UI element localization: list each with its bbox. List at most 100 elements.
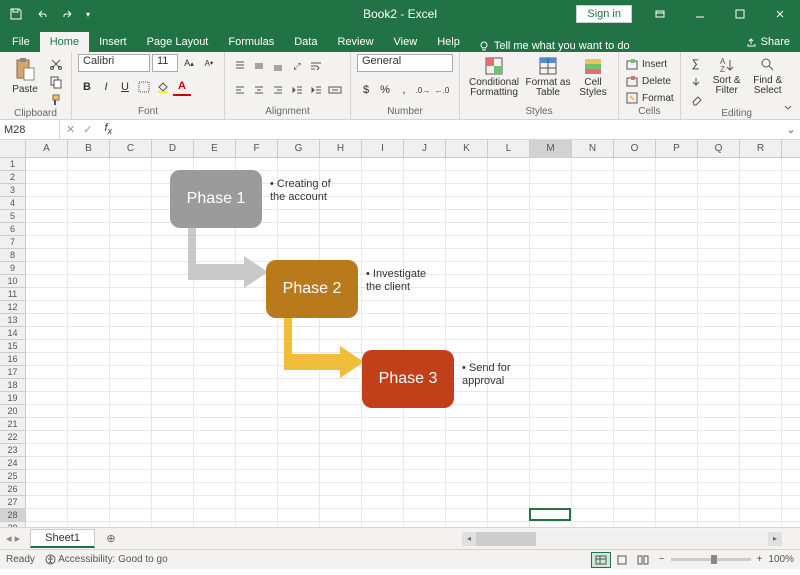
fill-button[interactable]: [687, 74, 705, 90]
scroll-right-button[interactable]: ▸: [768, 532, 782, 546]
row-header-12[interactable]: 12: [0, 301, 26, 314]
tab-formulas[interactable]: Formulas: [218, 32, 284, 52]
align-left-button[interactable]: [231, 81, 249, 99]
zoom-out-button[interactable]: −: [659, 554, 665, 565]
italic-button[interactable]: I: [97, 78, 115, 96]
sort-filter-button[interactable]: AZ Sort & Filter: [708, 54, 746, 96]
align-bottom-button[interactable]: [269, 57, 287, 75]
copy-button[interactable]: [47, 74, 65, 90]
bold-button[interactable]: B: [78, 78, 96, 96]
find-select-button[interactable]: Find & Select: [749, 54, 787, 96]
scroll-track[interactable]: [476, 532, 768, 546]
row-header-17[interactable]: 17: [0, 366, 26, 379]
font-name-select[interactable]: Calibri: [78, 54, 150, 72]
col-header-C[interactable]: C: [110, 140, 152, 157]
increase-indent-button[interactable]: [307, 81, 325, 99]
merge-button[interactable]: [326, 81, 344, 99]
autosum-button[interactable]: ∑: [687, 56, 705, 72]
underline-button[interactable]: U: [116, 78, 134, 96]
row-header-6[interactable]: 6: [0, 223, 26, 236]
expand-formula-bar-button[interactable]: ⌄: [782, 123, 800, 136]
row-header-4[interactable]: 4: [0, 197, 26, 210]
maximize-button[interactable]: [720, 0, 760, 28]
normal-view-button[interactable]: [591, 552, 611, 568]
page-break-view-button[interactable]: [633, 552, 653, 568]
share-button[interactable]: Share: [736, 32, 800, 52]
tab-review[interactable]: Review: [327, 32, 383, 52]
col-header-P[interactable]: P: [656, 140, 698, 157]
scroll-left-button[interactable]: ◂: [462, 532, 476, 546]
cut-button[interactable]: [47, 56, 65, 72]
save-button[interactable]: [4, 2, 28, 26]
zoom-thumb[interactable]: [711, 555, 717, 564]
col-header-I[interactable]: I: [362, 140, 404, 157]
qat-customize[interactable]: ▾: [82, 2, 94, 26]
tab-data[interactable]: Data: [284, 32, 327, 52]
col-header-M[interactable]: M: [530, 140, 572, 157]
insert-cells-button[interactable]: Insert: [642, 59, 667, 70]
add-sheet-button[interactable]: ⊕: [101, 529, 121, 549]
format-painter-button[interactable]: [47, 92, 65, 108]
enter-formula-button[interactable]: ✓: [83, 123, 92, 136]
row-header-19[interactable]: 19: [0, 392, 26, 405]
row-header-7[interactable]: 7: [0, 236, 26, 249]
minimize-button[interactable]: [680, 0, 720, 28]
accounting-format-button[interactable]: $: [357, 81, 375, 99]
delete-cells-button[interactable]: Delete: [642, 76, 671, 87]
zoom-slider[interactable]: [671, 558, 751, 561]
row-header-16[interactable]: 16: [0, 353, 26, 366]
clear-button[interactable]: [687, 92, 705, 108]
comma-format-button[interactable]: ,: [395, 81, 413, 99]
row-header-3[interactable]: 3: [0, 184, 26, 197]
decrease-font-button[interactable]: A▾: [200, 54, 218, 72]
tab-page-layout[interactable]: Page Layout: [137, 32, 219, 52]
row-header-18[interactable]: 18: [0, 379, 26, 392]
decrease-decimal-button[interactable]: ←.0: [433, 81, 451, 99]
wrap-text-button[interactable]: [307, 57, 325, 75]
format-cells-button[interactable]: Format: [642, 93, 674, 104]
row-header-11[interactable]: 11: [0, 288, 26, 301]
col-header-O[interactable]: O: [614, 140, 656, 157]
row-header-8[interactable]: 8: [0, 249, 26, 262]
tell-me-search[interactable]: Tell me what you want to do: [470, 40, 638, 52]
ribbon-options-button[interactable]: [640, 0, 680, 28]
row-header-27[interactable]: 27: [0, 496, 26, 509]
font-color-button[interactable]: A: [173, 78, 191, 96]
row-header-20[interactable]: 20: [0, 405, 26, 418]
col-header-J[interactable]: J: [404, 140, 446, 157]
cells-grid[interactable]: [26, 158, 800, 527]
row-header-15[interactable]: 15: [0, 340, 26, 353]
tab-insert[interactable]: Insert: [89, 32, 137, 52]
increase-font-button[interactable]: A▴: [180, 54, 198, 72]
scroll-thumb[interactable]: [476, 532, 536, 546]
col-header-F[interactable]: F: [236, 140, 278, 157]
tab-home[interactable]: Home: [40, 32, 89, 52]
orientation-button[interactable]: ⤢: [288, 57, 306, 75]
collapse-ribbon-button[interactable]: [782, 101, 796, 115]
align-top-button[interactable]: [231, 57, 249, 75]
sheet-nav[interactable]: ◂ ▸: [0, 532, 26, 545]
cell-styles-button[interactable]: Cell Styles: [574, 54, 612, 98]
row-header-13[interactable]: 13: [0, 314, 26, 327]
row-header-9[interactable]: 9: [0, 262, 26, 275]
sheet-tab-sheet1[interactable]: Sheet1: [30, 529, 95, 548]
col-header-B[interactable]: B: [68, 140, 110, 157]
col-header-G[interactable]: G: [278, 140, 320, 157]
format-as-table-button[interactable]: Format as Table: [525, 54, 571, 98]
name-box[interactable]: M28: [0, 120, 60, 139]
row-header-21[interactable]: 21: [0, 418, 26, 431]
increase-decimal-button[interactable]: .0→: [414, 81, 432, 99]
row-header-14[interactable]: 14: [0, 327, 26, 340]
align-right-button[interactable]: [269, 81, 287, 99]
tab-view[interactable]: View: [384, 32, 428, 52]
col-header-N[interactable]: N: [572, 140, 614, 157]
select-all-corner[interactable]: [0, 140, 26, 157]
cancel-formula-button[interactable]: ✕: [66, 123, 75, 136]
col-header-L[interactable]: L: [488, 140, 530, 157]
col-header-Q[interactable]: Q: [698, 140, 740, 157]
align-center-button[interactable]: [250, 81, 268, 99]
row-header-5[interactable]: 5: [0, 210, 26, 223]
row-header-10[interactable]: 10: [0, 275, 26, 288]
row-header-23[interactable]: 23: [0, 444, 26, 457]
font-size-select[interactable]: 11: [152, 54, 178, 72]
